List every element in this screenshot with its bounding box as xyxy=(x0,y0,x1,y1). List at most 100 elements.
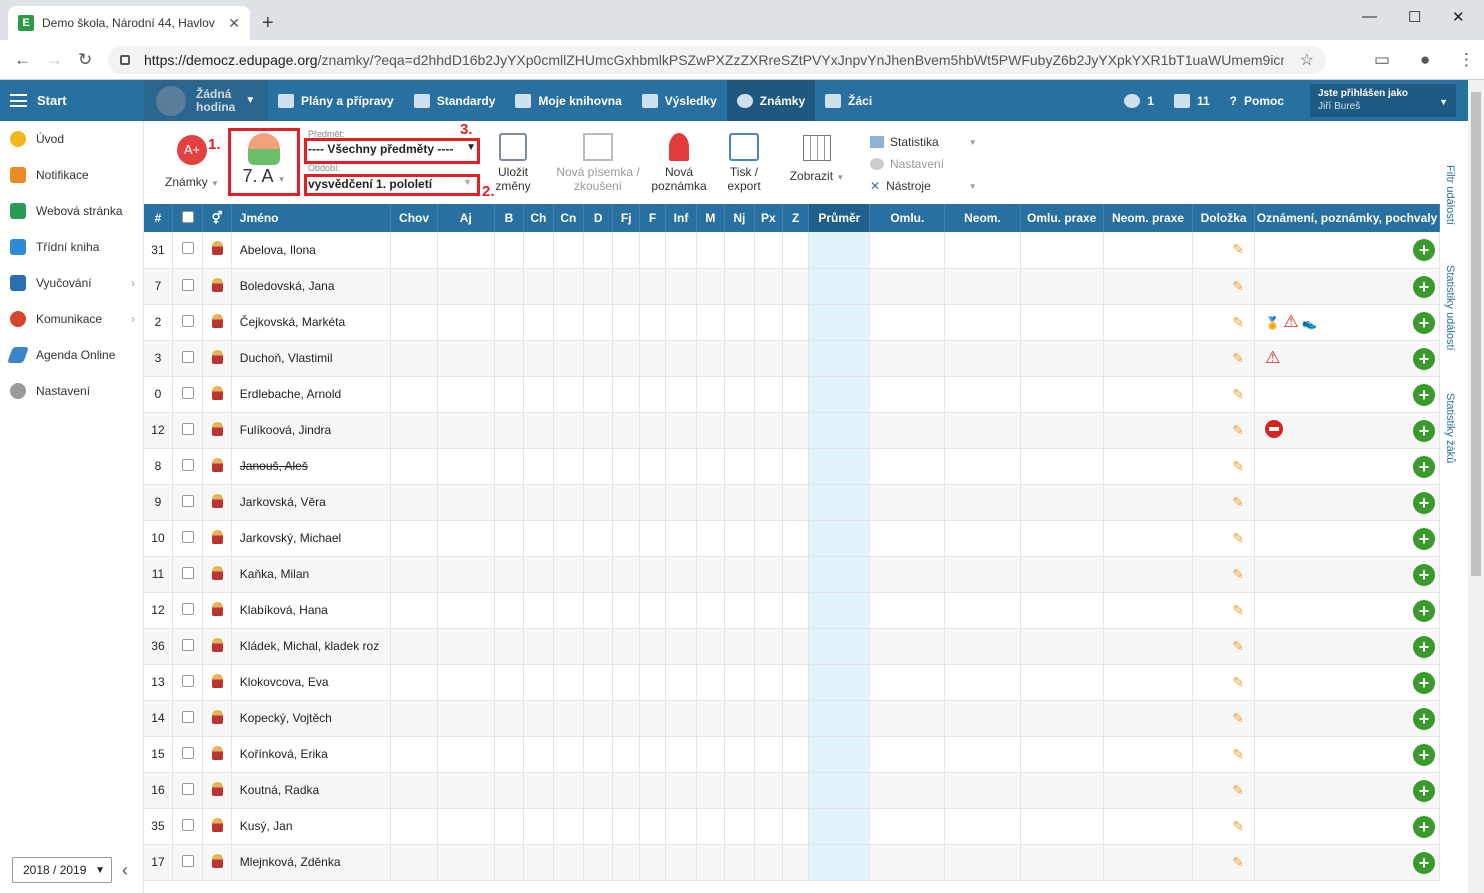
reload-icon[interactable]: ↻ xyxy=(78,50,92,70)
close-tab-icon[interactable]: ✕ xyxy=(228,15,240,32)
grade-cell[interactable] xyxy=(724,736,755,773)
absence-cell[interactable] xyxy=(1103,556,1194,593)
notes-cell[interactable]: + xyxy=(1254,808,1440,845)
grade-cell[interactable] xyxy=(665,664,697,701)
grade-cell[interactable] xyxy=(612,736,640,773)
grade-cell[interactable] xyxy=(494,484,525,521)
pencil-icon[interactable]: ✎ xyxy=(1232,854,1244,870)
grade-cell[interactable] xyxy=(583,772,614,809)
add-note-icon[interactable]: + xyxy=(1413,311,1435,334)
grade-cell[interactable] xyxy=(782,556,810,593)
absence-cell[interactable] xyxy=(869,844,946,881)
grade-cell[interactable] xyxy=(523,808,554,845)
menu-library[interactable]: Moje knihovna xyxy=(505,80,631,121)
absence-cell[interactable] xyxy=(1103,448,1194,485)
grade-cell[interactable] xyxy=(583,340,614,377)
grade-cell[interactable] xyxy=(390,844,438,881)
column-header[interactable]: Inf xyxy=(665,204,697,232)
absence-cell[interactable] xyxy=(944,268,1021,305)
row-checkbox[interactable] xyxy=(172,736,204,773)
column-header[interactable]: B xyxy=(494,204,525,232)
absence-cell[interactable] xyxy=(869,412,946,449)
grade-cell[interactable] xyxy=(437,376,495,413)
grade-cell[interactable] xyxy=(696,520,726,557)
add-note-icon[interactable]: + xyxy=(1413,599,1435,622)
student-name[interactable]: Kaňka, Milan xyxy=(231,556,392,593)
grade-cell[interactable] xyxy=(612,772,640,809)
absence-cell[interactable] xyxy=(944,412,1021,449)
new-tab-icon[interactable]: + xyxy=(262,12,274,35)
grade-cell[interactable] xyxy=(612,376,640,413)
grade-cell[interactable] xyxy=(612,232,640,269)
grade-cell[interactable] xyxy=(782,808,810,845)
mail-button[interactable]: 11 xyxy=(1164,80,1220,121)
clause-cell[interactable]: ✎ xyxy=(1192,628,1256,665)
absence-cell[interactable] xyxy=(944,232,1021,269)
clause-cell[interactable]: ✎ xyxy=(1192,700,1256,737)
grade-cell[interactable] xyxy=(553,700,585,737)
grade-cell[interactable] xyxy=(583,448,614,485)
notes-cell[interactable]: + xyxy=(1254,700,1440,737)
grade-cell[interactable] xyxy=(724,412,755,449)
row-checkbox[interactable] xyxy=(172,448,204,485)
grade-cell[interactable] xyxy=(754,232,784,269)
start-menu-button[interactable]: Start xyxy=(0,93,144,108)
absence-cell[interactable] xyxy=(869,736,946,773)
grade-cell[interactable] xyxy=(583,304,614,341)
grade-cell[interactable] xyxy=(754,304,784,341)
add-note-icon[interactable]: + xyxy=(1413,563,1435,586)
absence-cell[interactable] xyxy=(1103,772,1194,809)
grade-cell[interactable] xyxy=(754,808,784,845)
maximize-icon[interactable]: ☐ xyxy=(1408,8,1421,26)
grade-cell[interactable] xyxy=(390,448,438,485)
grade-cell[interactable] xyxy=(665,736,697,773)
grade-cell[interactable] xyxy=(437,232,495,269)
grade-cell[interactable] xyxy=(583,664,614,701)
grade-cell[interactable] xyxy=(523,628,554,665)
minimize-icon[interactable]: — xyxy=(1362,8,1377,25)
grade-cell[interactable] xyxy=(696,700,726,737)
grade-cell[interactable] xyxy=(782,700,810,737)
grade-cell[interactable] xyxy=(553,340,585,377)
absence-cell[interactable] xyxy=(944,628,1021,665)
omnibox[interactable]: https://democz.edupage.org/znamky/?eqa=d… xyxy=(108,46,1326,74)
grade-cell[interactable] xyxy=(437,556,495,593)
student-name[interactable]: Klabíková, Hana xyxy=(231,592,392,629)
grade-cell[interactable] xyxy=(612,628,640,665)
absence-cell[interactable] xyxy=(869,340,946,377)
absence-cell[interactable] xyxy=(944,772,1021,809)
absence-cell[interactable] xyxy=(944,592,1021,629)
grade-cell[interactable] xyxy=(390,628,438,665)
pencil-icon[interactable]: ✎ xyxy=(1232,278,1244,294)
grade-cell[interactable] xyxy=(665,484,697,521)
forward-icon[interactable]: → xyxy=(46,50,63,70)
grade-cell[interactable] xyxy=(553,772,585,809)
grade-cell[interactable] xyxy=(639,664,667,701)
pencil-icon[interactable]: ✎ xyxy=(1232,386,1244,402)
grade-cell[interactable] xyxy=(782,412,810,449)
grade-cell[interactable] xyxy=(523,376,554,413)
grade-cell[interactable] xyxy=(665,808,697,845)
clause-cell[interactable]: ✎ xyxy=(1192,412,1256,449)
notes-cell[interactable]: + xyxy=(1254,664,1440,701)
absence-cell[interactable] xyxy=(944,556,1021,593)
student-name[interactable]: Abelova, Ilona xyxy=(231,232,392,269)
grade-cell[interactable] xyxy=(724,592,755,629)
grade-cell[interactable] xyxy=(523,772,554,809)
grade-cell[interactable] xyxy=(612,808,640,845)
grade-cell[interactable] xyxy=(612,556,640,593)
grade-cell[interactable] xyxy=(583,592,614,629)
grade-cell[interactable] xyxy=(639,772,667,809)
absence-cell[interactable] xyxy=(1020,232,1104,269)
student-name[interactable]: Koutná, Radka xyxy=(231,772,392,809)
absence-cell[interactable] xyxy=(1103,232,1194,269)
grade-cell[interactable] xyxy=(696,448,726,485)
add-note-icon[interactable]: + xyxy=(1413,275,1435,298)
grade-cell[interactable] xyxy=(754,844,784,881)
sidebar-item-teaching[interactable]: Vyučování › xyxy=(0,265,143,301)
grade-cell[interactable] xyxy=(494,772,525,809)
grade-cell[interactable] xyxy=(437,412,495,449)
grade-cell[interactable] xyxy=(523,664,554,701)
clause-cell[interactable]: ✎ xyxy=(1192,664,1256,701)
sidebar-item-communication[interactable]: Komunikace › xyxy=(0,301,143,337)
